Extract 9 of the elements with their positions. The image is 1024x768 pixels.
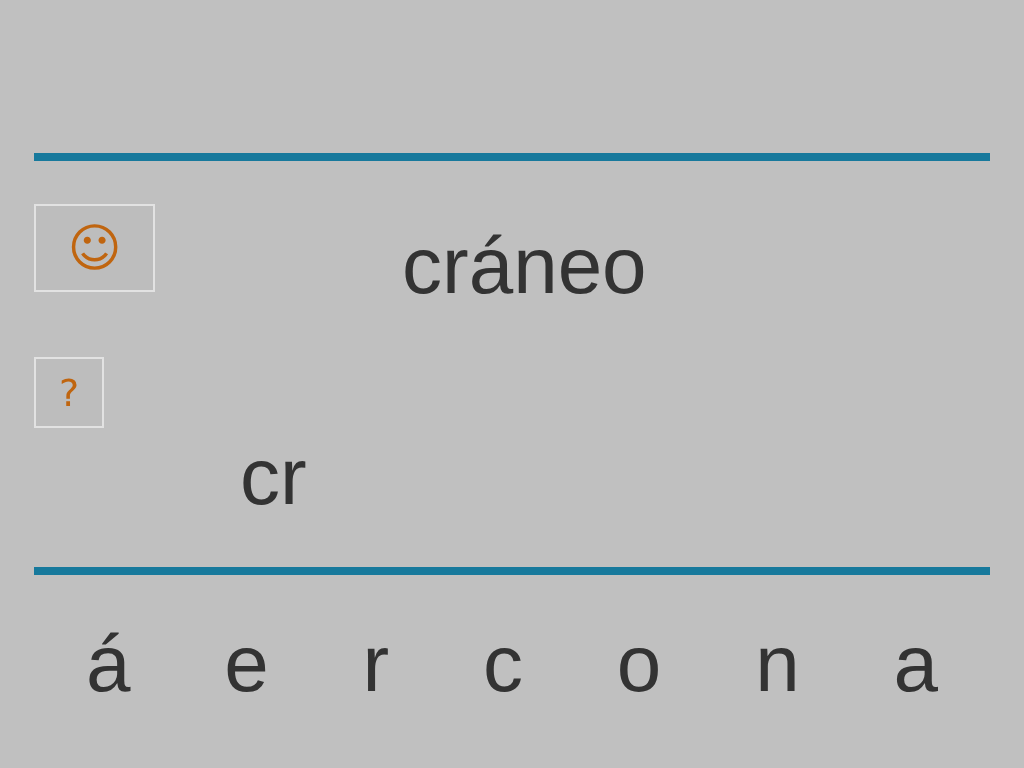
letter-tile[interactable]: a (893, 624, 938, 704)
letter-tile[interactable]: e (224, 624, 269, 704)
answer-text: cr (240, 437, 307, 517)
target-word: cráneo (402, 226, 647, 306)
letter-tile[interactable]: r (362, 624, 390, 704)
letter-tile[interactable]: c (483, 624, 524, 704)
letter-tile[interactable]: n (755, 624, 800, 704)
letter-tile[interactable]: o (616, 624, 662, 704)
letter-tile[interactable]: á (86, 624, 131, 704)
